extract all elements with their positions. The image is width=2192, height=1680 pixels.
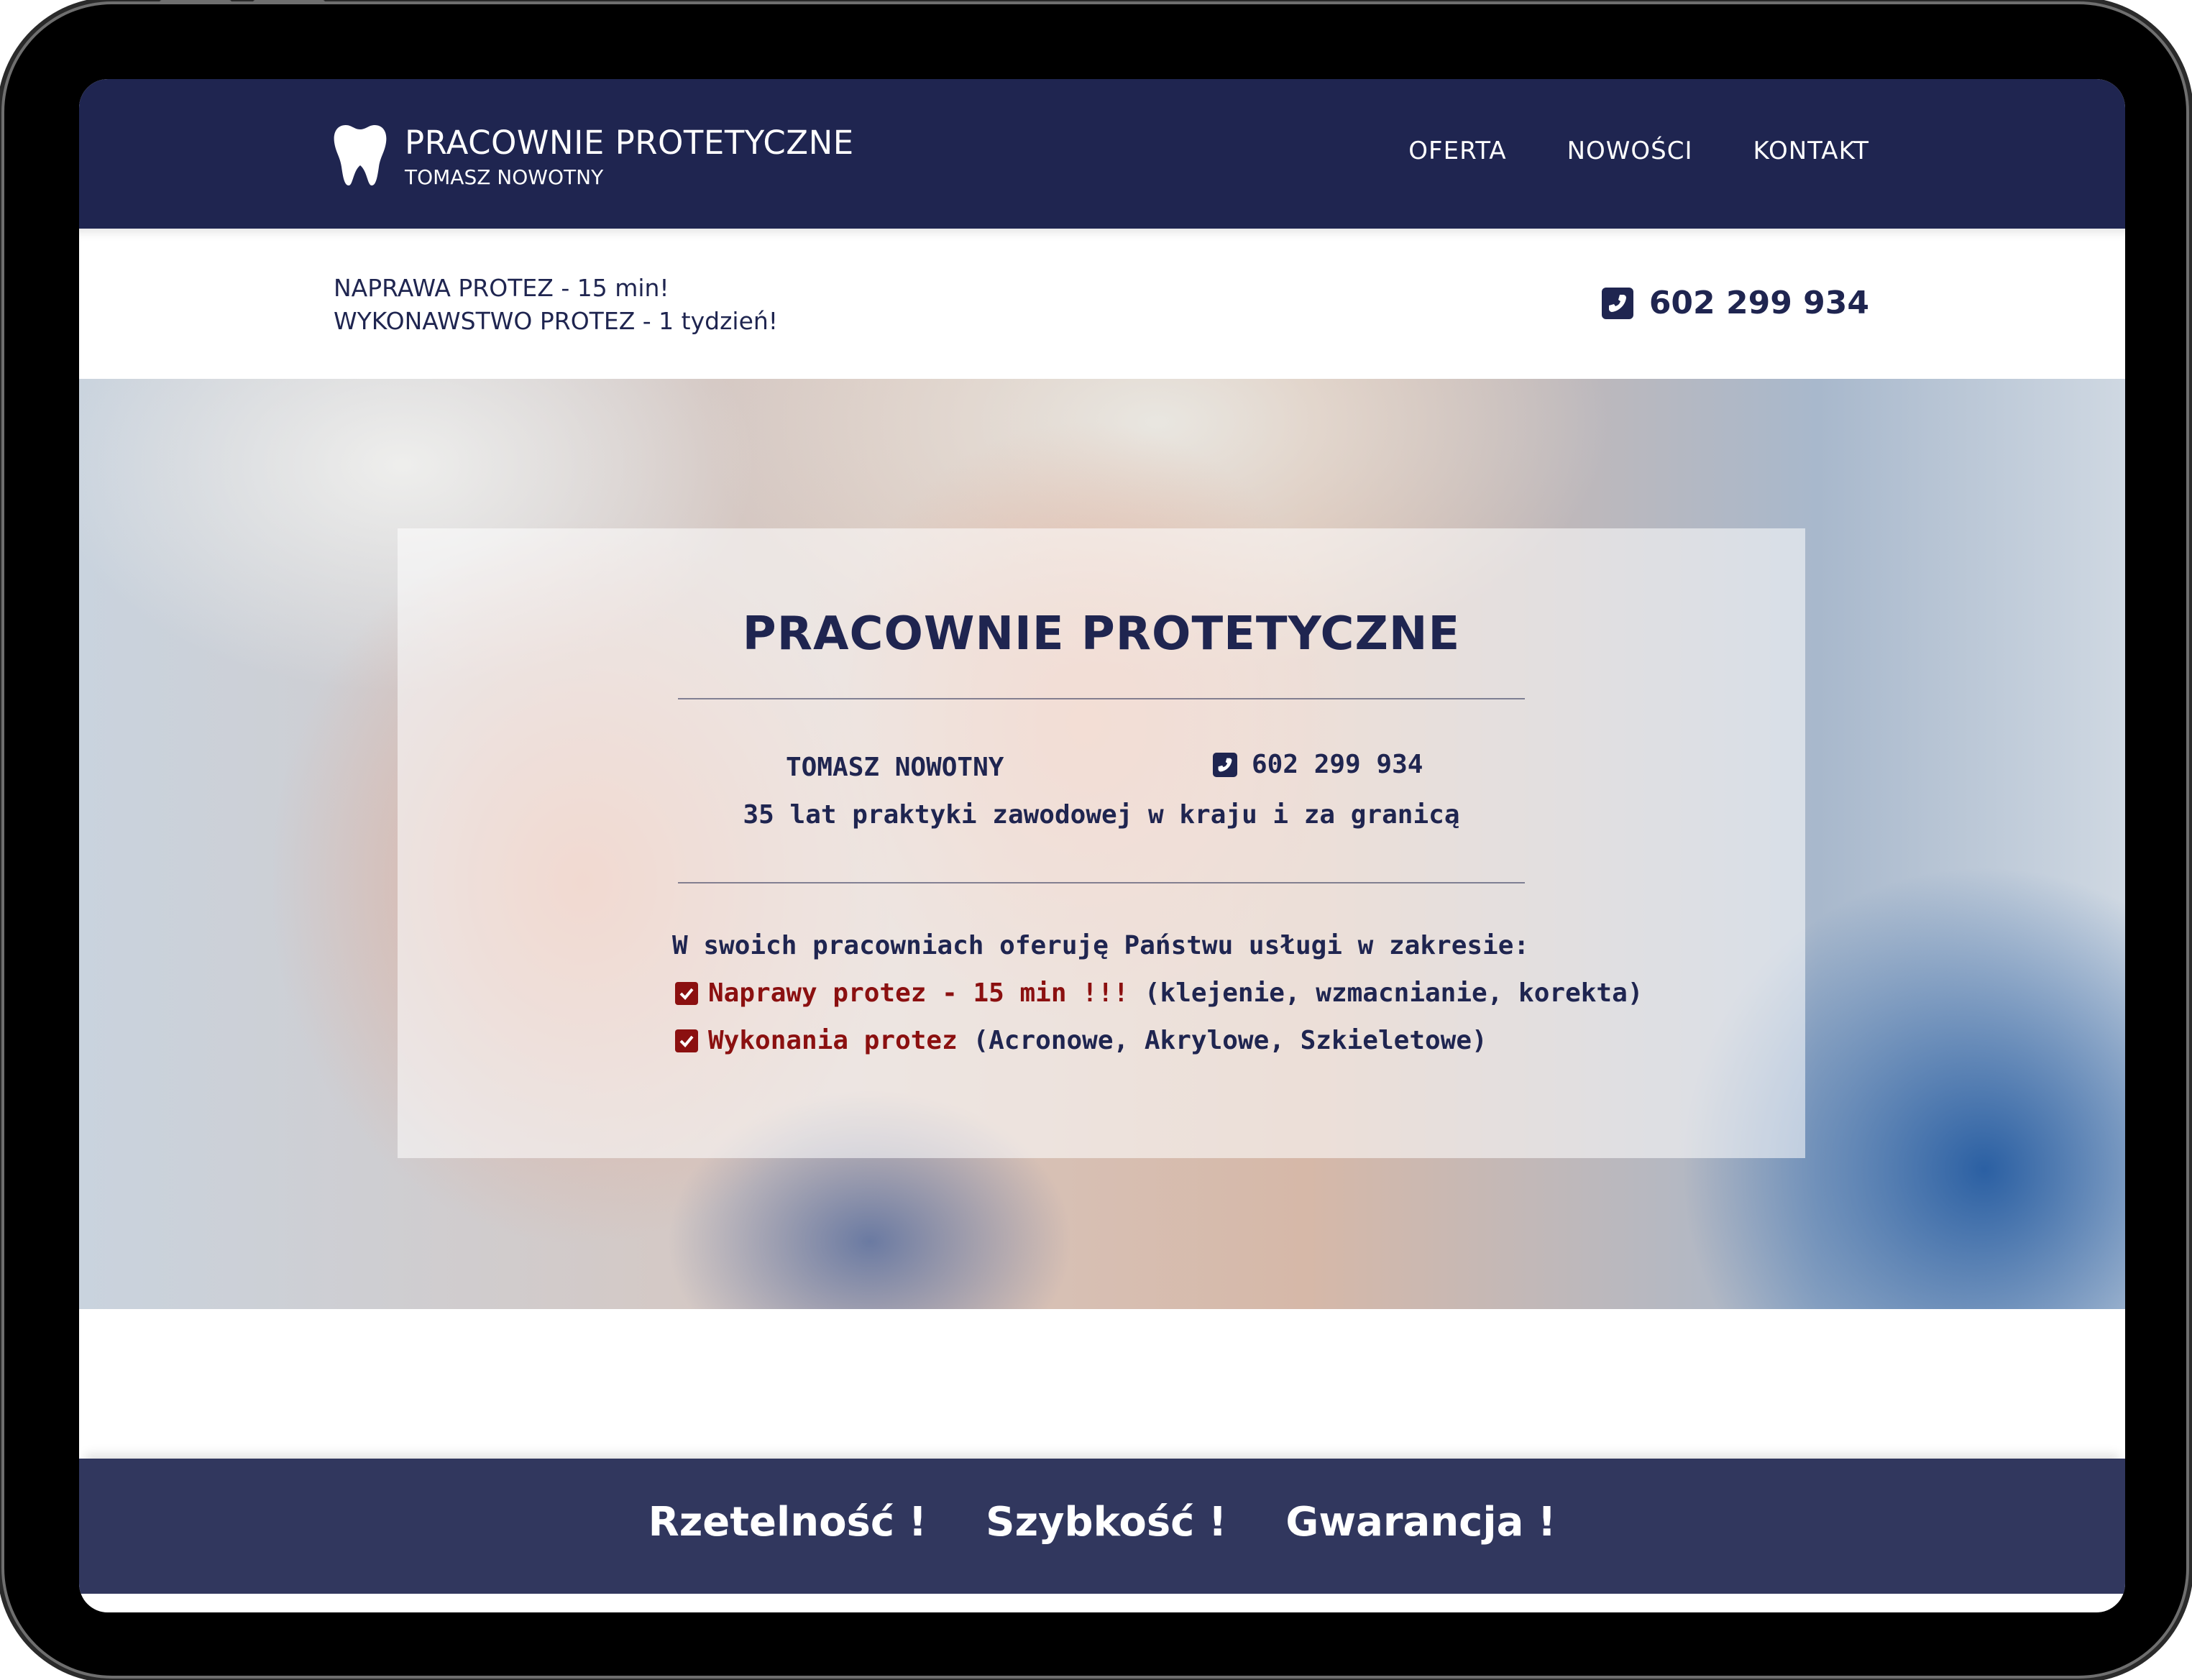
hero-divider-top bbox=[678, 698, 1525, 699]
promo-line-make: WYKONAWSTWO PROTEZ - 1 tydzień! bbox=[334, 307, 779, 335]
values-list: Rzetelność ! Szybkość ! Gwarancja ! bbox=[79, 1499, 2125, 1546]
nav-nowosci[interactable]: NOWOŚCI bbox=[1567, 137, 1693, 165]
check-square-icon bbox=[675, 1029, 698, 1052]
nav-kontakt[interactable]: KONTAKT bbox=[1753, 137, 1869, 165]
hero-phone-number: 602 299 934 bbox=[1252, 750, 1423, 779]
phone-square-icon bbox=[1213, 752, 1237, 777]
tooth-icon bbox=[334, 125, 387, 185]
brand-subtitle: TOMASZ NOWOTNY bbox=[405, 165, 604, 189]
value-guarantee: Gwarancja ! bbox=[1285, 1499, 1556, 1546]
values-band: Rzetelność ! Szybkość ! Gwarancja ! bbox=[79, 1459, 2125, 1594]
service-make-highlight: Wykonania protez bbox=[708, 1026, 958, 1055]
value-speed: Szybkość ! bbox=[986, 1499, 1227, 1546]
service-item-make: Wykonania protez (Acronowe, Akrylowe, Sz… bbox=[675, 1026, 1487, 1055]
check-square-icon bbox=[675, 981, 698, 1005]
promo-line-repair: NAPRAWA PROTEZ - 15 min! bbox=[334, 274, 669, 302]
value-reliability: Rzetelność ! bbox=[648, 1499, 927, 1546]
promo-text: NAPRAWA PROTEZ - 15 min! WYKONAWSTWO PRO… bbox=[334, 272, 778, 338]
brand-title: PRACOWNIE PROTETYCZNE bbox=[405, 124, 854, 162]
nav-oferta[interactable]: OFERTA bbox=[1408, 137, 1506, 165]
info-bar: NAPRAWA PROTEZ - 15 min! WYKONAWSTWO PRO… bbox=[79, 229, 2125, 379]
service-repair-highlight: Naprawy protez - 15 min !!! bbox=[708, 978, 1129, 1008]
hero-experience: 35 lat praktyki zawodowej w kraju i za g… bbox=[743, 800, 1460, 830]
main-nav: OFERTA NOWOŚCI KONTAKT bbox=[1408, 137, 1869, 165]
tablet-frame: PRACOWNIE PROTETYCZNE TOMASZ NOWOTNY OFE… bbox=[4, 4, 2186, 1676]
services-intro: W swoich pracowniach oferuję Państwu usł… bbox=[672, 931, 1530, 960]
phone-square-icon bbox=[1601, 287, 1633, 319]
hero-section: PRACOWNIE PROTETYCZNE TOMASZ NOWOTNY 602… bbox=[79, 379, 2125, 1309]
service-make-detail: (Acronowe, Akrylowe, Szkieletowe) bbox=[957, 1026, 1487, 1055]
site-header: PRACOWNIE PROTETYCZNE TOMASZ NOWOTNY OFE… bbox=[79, 79, 2125, 229]
hero-divider-bottom bbox=[678, 882, 1525, 883]
device-volume-button bbox=[253, 0, 325, 4]
hero-phone-link[interactable]: 602 299 934 bbox=[1213, 750, 1423, 779]
service-repair-detail: (klejenie, wzmacnianie, korekta) bbox=[1129, 978, 1643, 1008]
hero-panel: PRACOWNIE PROTETYCZNE TOMASZ NOWOTNY 602… bbox=[398, 528, 1805, 1158]
browser-viewport: PRACOWNIE PROTETYCZNE TOMASZ NOWOTNY OFE… bbox=[79, 79, 2125, 1612]
hero-owner-name: TOMASZ NOWOTNY bbox=[786, 753, 1004, 782]
service-item-repair: Naprawy protez - 15 min !!! (klejenie, w… bbox=[675, 978, 1643, 1008]
device-volume-button bbox=[160, 0, 231, 4]
hero-title: PRACOWNIE PROTETYCZNE bbox=[742, 607, 1461, 661]
header-phone-number: 602 299 934 bbox=[1648, 285, 1869, 321]
header-phone-link[interactable]: 602 299 934 bbox=[1601, 285, 1869, 321]
